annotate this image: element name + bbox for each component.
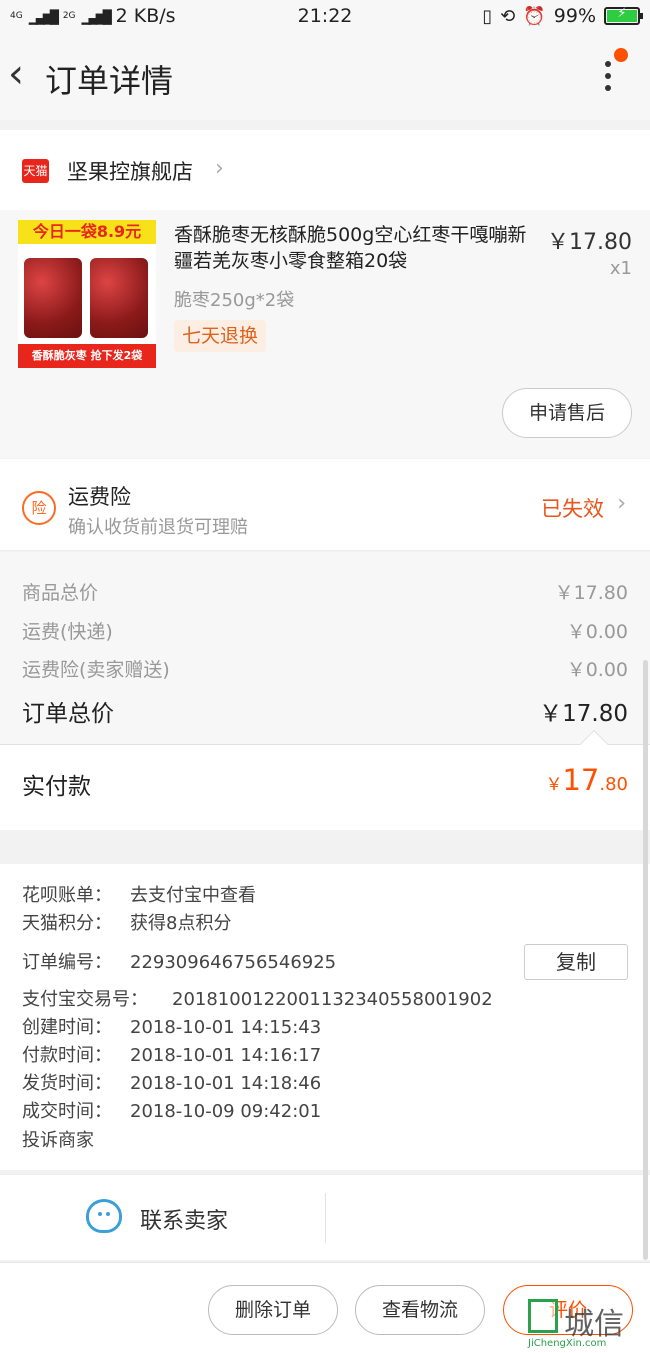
info-key: 订单编号： <box>22 952 112 973</box>
info-closed-time: 成交时间： 2018-10-09 09:42:01 <box>22 1098 321 1126</box>
copy-button[interactable]: 复制 <box>524 944 628 980</box>
product-title: 香酥脆枣无核酥脆500g空心红枣干嘎嘣新疆若羌灰枣小零食整箱20袋 <box>174 224 527 272</box>
alarm-icon: ⏰ <box>523 5 546 27</box>
insurance-title: 运费险 <box>68 485 131 509</box>
chevron-right-icon: › <box>617 491 626 516</box>
product-price: ￥17.80 <box>547 230 632 255</box>
site-watermark: 城信 JiChengXin.com <box>528 1299 646 1349</box>
amount-decimal: .80 <box>599 774 628 795</box>
summary-label: 运费(快递) <box>22 621 113 643</box>
summary-value: ￥0.00 <box>566 659 628 681</box>
info-paid-time: 付款时间： 2018-10-01 14:16:17 <box>22 1042 321 1070</box>
info-value: 去支付宝中查看 <box>130 885 256 906</box>
info-value: 229309646756546925 <box>130 952 337 973</box>
amount-paid-value: ￥17.80 <box>545 763 628 797</box>
jujube-bag-image <box>90 258 148 338</box>
amount-integer: 17 <box>562 763 600 797</box>
battery-icon: ⚡ <box>604 6 643 25</box>
watermark-text: 城信 <box>564 1307 624 1342</box>
insurance-icon: 险 <box>22 491 56 525</box>
summary-label: 运费险(卖家赠送) <box>22 659 170 681</box>
image-bottom-banner: 香酥脆灰枣 抢下发2袋 <box>18 344 156 368</box>
info-huabei[interactable]: 花呗账单： 去支付宝中查看 <box>22 882 256 910</box>
info-points: 天猫积分： 获得8点积分 <box>22 910 231 938</box>
info-value: 2018-10-01 14:16:17 <box>130 1045 322 1066</box>
summary-label: 商品总价 <box>22 582 99 604</box>
delete-order-button[interactable]: 删除订单 <box>208 1285 338 1335</box>
insurance-desc: 确认收货前退货可理赔 <box>68 517 248 538</box>
order-total-value: ￥17.80 <box>539 701 628 727</box>
info-value: 2018-10-01 14:15:43 <box>130 1017 322 1038</box>
summary-value: ￥17.80 <box>554 582 628 604</box>
price-summary: 商品总价 ￥17.80 运费(快递) ￥0.00 运费险(卖家赠送) ￥0.00… <box>0 552 650 830</box>
after-sale-button[interactable]: 申请售后 <box>502 388 632 438</box>
status-right: ▯ ⟲ ⏰ 99% ⚡ <box>482 5 643 27</box>
info-key: 付款时间： <box>22 1045 112 1066</box>
summary-row: 运费(快递) ￥0.00 <box>22 617 628 644</box>
page-title: 订单详情 <box>45 62 174 100</box>
info-key: 天猫积分： <box>22 913 112 934</box>
order-info: 花呗账单： 去支付宝中查看 天猫积分： 获得8点积分 订单编号： 2293096467… <box>0 864 650 1170</box>
watermark-sub: JiChengXin.com <box>528 1338 607 1349</box>
summary-row: 运费险(卖家赠送) ￥0.00 <box>22 655 628 682</box>
info-key: 成交时间： <box>22 1101 112 1122</box>
status-bar: 4G ▁▃▅▇ 2G ▁▃▅▇ 2 KB/s 21:22 ▯ ⟲ ⏰ 99% ⚡ <box>0 0 650 34</box>
info-shipped-time: 发货时间： 2018-10-01 14:18:46 <box>22 1070 321 1098</box>
product-spec: 脆枣250g*2袋 <box>174 290 295 311</box>
store-row[interactable]: 天猫 坚果控旗舰店 › <box>0 130 650 210</box>
bottom-action-bar: 删除订单 查看物流 评价 城信 JiChengXin.com <box>0 1262 650 1353</box>
summary-row: 商品总价 ￥17.80 <box>22 578 628 605</box>
complaint-link[interactable]: 投诉商家 <box>22 1127 94 1155</box>
amount-paid-label: 实付款 <box>22 774 91 800</box>
chat-face-icon[interactable] <box>86 1199 122 1233</box>
rotation-lock-icon: ⟲ <box>500 5 516 27</box>
contact-seller-button[interactable]: 联系卖家 <box>140 1203 228 1235</box>
more-menu-icon[interactable] <box>596 56 620 100</box>
info-value: 2018100122001132340558001902 <box>172 989 493 1010</box>
battery-percent: 99% <box>553 5 596 27</box>
info-order-number: 订单编号： 229309646756546925 <box>22 949 336 977</box>
charging-icon: ⚡ <box>617 6 627 21</box>
product-quantity: x1 <box>609 258 632 279</box>
contact-row: 联系卖家 <box>0 1174 650 1260</box>
info-value: 2018-10-09 09:42:01 <box>130 1101 322 1122</box>
info-key: 发货时间： <box>22 1073 112 1094</box>
notification-dot <box>614 48 628 62</box>
info-value: 获得8点积分 <box>130 913 232 934</box>
info-value: 2018-10-01 14:18:46 <box>130 1073 322 1094</box>
chevron-right-icon: › <box>215 156 224 181</box>
order-total-row: 订单总价 ￥17.80 <box>22 694 628 728</box>
info-key: 花呗账单： <box>22 885 112 906</box>
return-policy-tag: 七天退换 <box>174 320 267 352</box>
vibrate-icon: ▯ <box>482 5 493 27</box>
amount-paid-row: 实付款 ￥17.80 <box>0 745 650 830</box>
product-image[interactable]: 今日一袋8.9元 香酥脆灰枣 抢下发2袋 <box>18 220 156 368</box>
view-logistics-button[interactable]: 查看物流 <box>355 1285 485 1335</box>
scrollbar[interactable] <box>643 660 648 1260</box>
nav-bar: ‹ 订单详情 <box>0 34 650 120</box>
image-top-banner: 今日一袋8.9元 <box>18 220 156 244</box>
shipping-insurance-row[interactable]: 险 运费险 确认收货前退货可理赔 已失效 › <box>0 459 650 551</box>
info-key: 支付宝交易号： <box>22 989 148 1010</box>
back-chevron-icon[interactable]: ‹ <box>8 54 38 98</box>
info-alipay-number: 支付宝交易号： 2018100122001132340558001902 <box>22 986 493 1014</box>
info-created-time: 创建时间： 2018-10-01 14:15:43 <box>22 1014 321 1042</box>
store-name[interactable]: 坚果控旗舰店 <box>67 156 193 186</box>
tmall-icon: 天猫 <box>22 159 49 183</box>
info-key: 创建时间： <box>22 1017 112 1038</box>
summary-value: ￥0.00 <box>566 621 628 643</box>
jujube-bag-image <box>24 258 82 338</box>
watermark-logo-icon <box>528 1299 558 1333</box>
order-total-label: 订单总价 <box>22 701 114 727</box>
product-card[interactable]: 今日一袋8.9元 香酥脆灰枣 抢下发2袋 香酥脆枣无核酥脆500g空心红枣干嘎嘣… <box>0 210 650 458</box>
divider <box>325 1193 326 1243</box>
insurance-status: 已失效 <box>541 497 604 521</box>
currency-symbol: ￥ <box>545 775 563 795</box>
